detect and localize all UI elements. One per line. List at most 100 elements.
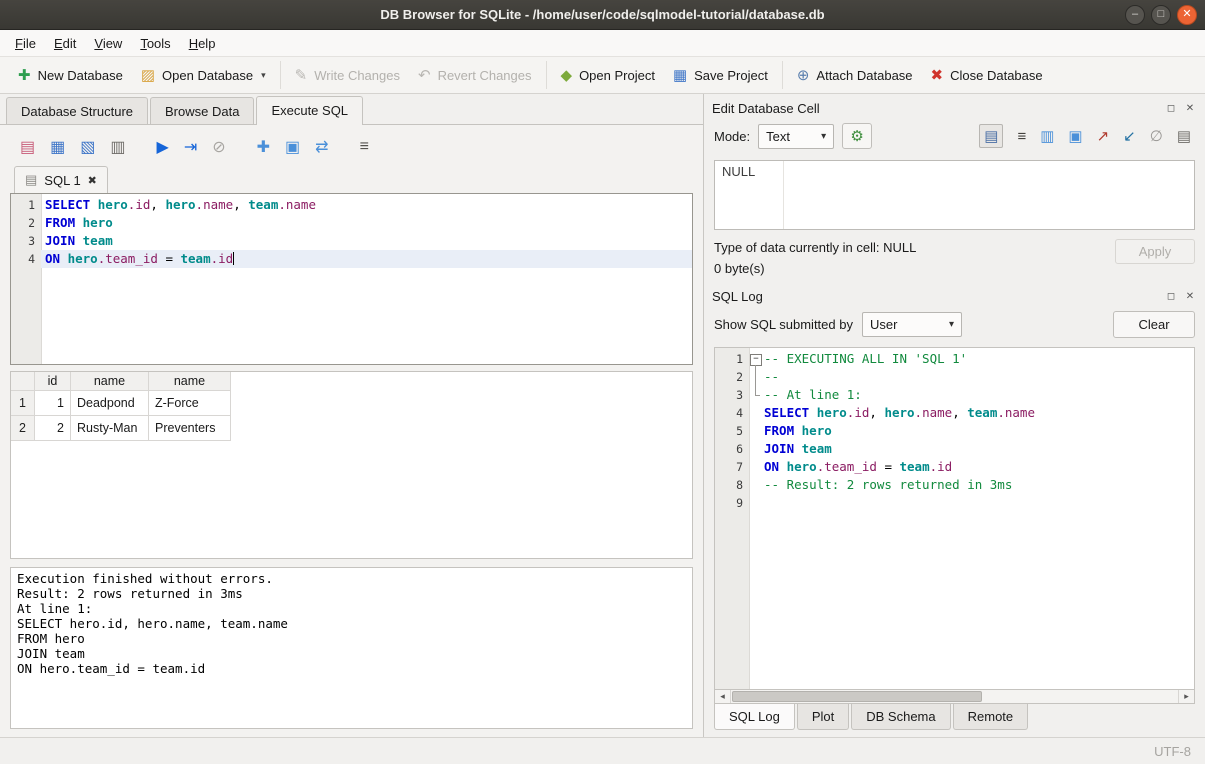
tab-sql-log[interactable]: SQL Log: [714, 704, 795, 730]
cell-editor[interactable]: NULL: [714, 160, 1195, 230]
column-header[interactable]: id: [35, 372, 71, 391]
scroll-track[interactable]: [731, 690, 1178, 703]
sql-editor[interactable]: 1SELECT hero.id, hero.name, team.name2FR…: [10, 193, 693, 365]
fold-marker[interactable]: [749, 494, 762, 512]
table-cell[interactable]: Preventers: [149, 416, 231, 441]
fold-marker[interactable]: [749, 386, 762, 404]
execution-output[interactable]: Execution finished without errors.Result…: [10, 567, 693, 729]
execute-all-icon[interactable]: ▶: [157, 137, 169, 157]
column-header[interactable]: name: [71, 372, 149, 391]
open-tab-icon[interactable]: ▣: [285, 137, 300, 157]
menu-item[interactable]: File: [6, 32, 45, 55]
copy-cell-icon[interactable]: ▣: [1068, 127, 1082, 145]
toolbar-button-label: New Database: [38, 68, 123, 83]
sql-tab[interactable]: ▤SQL 1✖: [14, 166, 108, 193]
fold-marker[interactable]: [749, 404, 762, 422]
tab-db-schema[interactable]: DB Schema: [851, 704, 950, 730]
edit-database-cell-dock: Edit Database Cell ◻✕ Mode: Text ⚙ ▤≡▥▣↗…: [704, 94, 1205, 282]
open-database-button[interactable]: ▨Open Database▾: [132, 64, 275, 87]
scroll-handle[interactable]: [732, 691, 982, 702]
results-grid[interactable]: idnamename 11DeadpondZ-Force 22Rusty-Man…: [10, 371, 693, 559]
fold-marker[interactable]: [749, 368, 762, 386]
open-project-button[interactable]: ◆Open Project: [552, 64, 664, 87]
fold-marker[interactable]: [749, 440, 762, 458]
print-cell-icon[interactable]: ▤: [1177, 127, 1191, 145]
column-header[interactable]: name: [149, 372, 231, 391]
mode-select[interactable]: Text: [758, 124, 834, 149]
row-header[interactable]: 1: [11, 391, 35, 416]
fold-marker[interactable]: [749, 422, 762, 440]
scroll-left-button[interactable]: ◂: [715, 690, 731, 703]
table-cell[interactable]: Z-Force: [149, 391, 231, 416]
tab-browse-data[interactable]: Browse Data: [150, 97, 254, 124]
format-sql-icon[interactable]: ≡: [360, 138, 369, 156]
attach-database-icon: ⊕: [797, 68, 810, 83]
write-changes-icon: ✎: [295, 68, 308, 83]
set-null-icon[interactable]: ∅: [1150, 127, 1163, 145]
execute-current-line-icon[interactable]: ⇥: [184, 137, 197, 157]
table-cell[interactable]: 1: [35, 391, 71, 416]
code-text: FROM hero: [762, 422, 1194, 440]
log-line: 3-- At line 1:: [715, 386, 1194, 404]
close-tab-icon[interactable]: ✖: [88, 174, 97, 187]
fold-marker[interactable]: [749, 458, 762, 476]
float-icon[interactable]: ◻: [1164, 290, 1178, 304]
code-token: [809, 405, 817, 420]
word-wrap-icon[interactable]: ≡: [1017, 128, 1026, 145]
toolbar-button-label: Attach Database: [816, 68, 912, 83]
log-horizontal-scrollbar[interactable]: ◂ ▸: [714, 689, 1195, 704]
apply-button[interactable]: Apply: [1115, 239, 1195, 264]
export-cell-icon[interactable]: ↗: [1097, 127, 1110, 145]
open-sql-file-icon[interactable]: ▤: [20, 137, 35, 157]
print-icon[interactable]: ▥: [110, 137, 125, 157]
write-changes-button[interactable]: ✎Write Changes: [286, 64, 409, 87]
code-token: team: [900, 459, 930, 474]
auto-switch-mode-button[interactable]: ⚙: [842, 123, 872, 149]
menu-item[interactable]: Tools: [131, 32, 179, 55]
table-cell[interactable]: Deadpond: [71, 391, 149, 416]
code-token: JOIN: [45, 233, 75, 248]
tab-plot[interactable]: Plot: [797, 704, 849, 730]
new-tab-icon[interactable]: ✚: [257, 137, 270, 157]
menu-item[interactable]: View: [85, 32, 131, 55]
close-icon[interactable]: ✕: [1183, 102, 1197, 116]
close-database-button[interactable]: ✖Close Database: [922, 64, 1052, 87]
table-cell[interactable]: 2: [35, 416, 71, 441]
menu-item[interactable]: Help: [180, 32, 225, 55]
open-cell-icon[interactable]: ▥: [1040, 127, 1054, 145]
code-line: 3JOIN team: [11, 232, 692, 250]
text-mode-icon[interactable]: ▤: [979, 124, 1003, 148]
minimize-button[interactable]: –: [1125, 5, 1145, 25]
filter-label: Show SQL submitted by: [714, 317, 853, 332]
find-replace-icon[interactable]: ⇄: [315, 137, 328, 157]
menu-item[interactable]: Edit: [45, 32, 85, 55]
sql-log-view[interactable]: 1-- EXECUTING ALL IN 'SQL 1'2--3-- At li…: [714, 347, 1195, 689]
code-token: ON: [45, 251, 60, 266]
clear-log-button[interactable]: Clear: [1113, 311, 1195, 338]
save-sql-as-icon[interactable]: ▧: [80, 137, 95, 157]
close-button[interactable]: ✕: [1177, 5, 1197, 25]
import-cell-icon[interactable]: ↙: [1123, 127, 1136, 145]
sql-log-title: SQL Log: [712, 289, 1164, 304]
submitter-select[interactable]: User: [862, 312, 962, 337]
row-header[interactable]: 2: [11, 416, 35, 441]
tab-execute-sql[interactable]: Execute SQL: [256, 96, 363, 125]
float-icon[interactable]: ◻: [1164, 102, 1178, 116]
tab-database-structure[interactable]: Database Structure: [6, 97, 148, 124]
stop-icon[interactable]: ⊘: [212, 137, 225, 157]
sql-tab-bar: ▤SQL 1✖: [10, 163, 693, 193]
close-icon[interactable]: ✕: [1183, 290, 1197, 304]
revert-changes-button[interactable]: ↶Revert Changes: [409, 64, 541, 87]
log-line: 6JOIN team: [715, 440, 1194, 458]
save-project-button[interactable]: ▦Save Project: [664, 64, 777, 87]
scroll-right-button[interactable]: ▸: [1178, 690, 1194, 703]
attach-database-button[interactable]: ⊕ Attach Database: [788, 64, 922, 87]
code-token: ,: [952, 405, 967, 420]
table-cell[interactable]: Rusty-Man: [71, 416, 149, 441]
fold-marker[interactable]: [749, 350, 762, 368]
new-database-button[interactable]: ✚New Database: [9, 64, 132, 87]
save-sql-file-icon[interactable]: ▦: [50, 137, 65, 157]
fold-marker[interactable]: [749, 476, 762, 494]
tab-remote[interactable]: Remote: [953, 704, 1029, 730]
maximize-button[interactable]: □: [1151, 5, 1171, 25]
